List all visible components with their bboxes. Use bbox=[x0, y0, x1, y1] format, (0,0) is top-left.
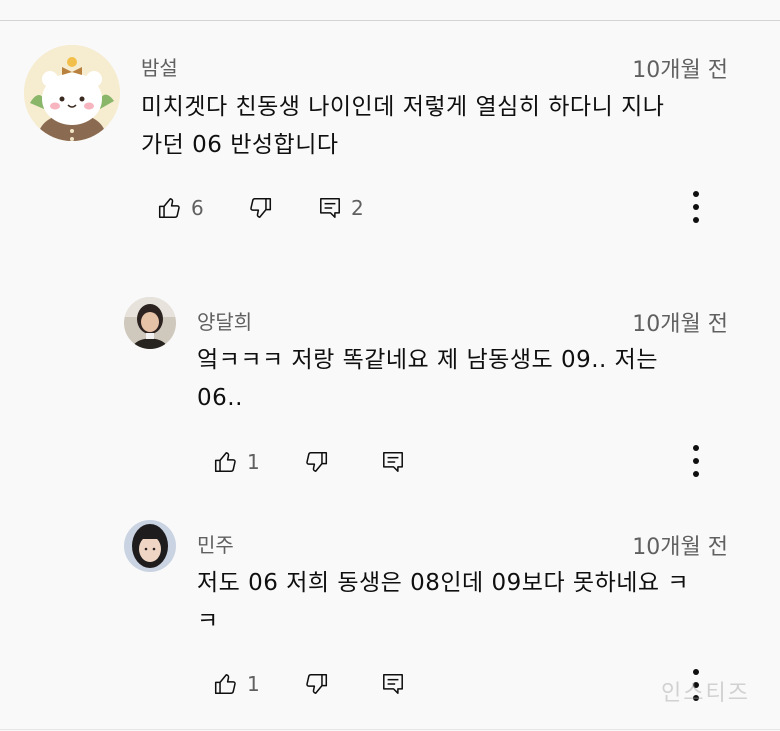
thumbs-down-icon bbox=[306, 674, 328, 694]
reply-icon bbox=[383, 452, 403, 472]
avatar[interactable] bbox=[124, 520, 176, 572]
like-count: 1 bbox=[247, 450, 260, 474]
reply-icon bbox=[320, 198, 340, 218]
reply-icon bbox=[383, 674, 403, 694]
thumbs-up-icon bbox=[214, 452, 236, 472]
comment-author[interactable]: 밤설 bbox=[141, 52, 178, 81]
avatar[interactable] bbox=[124, 297, 176, 349]
avatar-person-image bbox=[124, 520, 176, 572]
avatar[interactable] bbox=[24, 45, 120, 141]
like-button[interactable]: 1 bbox=[213, 671, 260, 697]
reply-count: 2 bbox=[351, 196, 364, 220]
like-count: 6 bbox=[191, 196, 204, 220]
like-button[interactable]: 1 bbox=[213, 449, 260, 475]
comment-text-line: ㅋ bbox=[197, 608, 219, 634]
thumbs-down-icon bbox=[250, 198, 272, 218]
comment-text: 엌ㅋㅋㅋ 저랑 똑같네요 제 남동생도 09.. 저는 06.. bbox=[197, 341, 658, 417]
more-vert-icon bbox=[693, 191, 699, 223]
comment-timestamp[interactable]: 10개월 전 bbox=[632, 52, 728, 84]
more-vert-icon bbox=[693, 445, 699, 477]
avatar-person-image bbox=[124, 297, 176, 349]
comment-timestamp[interactable]: 10개월 전 bbox=[632, 306, 728, 338]
comment-text-line: 저도 06 저희 동생은 08인데 09보다 못하네요 ㅋ bbox=[197, 570, 690, 596]
thumbs-up-icon bbox=[214, 674, 236, 694]
reply-button[interactable] bbox=[380, 671, 406, 697]
thumbs-up-icon bbox=[158, 198, 180, 218]
more-options-button[interactable] bbox=[686, 186, 706, 230]
comment-author[interactable]: 민주 bbox=[197, 529, 234, 558]
reply-button[interactable] bbox=[380, 449, 406, 475]
comment-text-line: 엌ㅋㅋㅋ 저랑 똑같네요 제 남동생도 09.. 저는 bbox=[197, 347, 658, 373]
comment-text: 저도 06 저희 동생은 08인데 09보다 못하네요 ㅋ ㅋ bbox=[197, 564, 689, 640]
like-count: 1 bbox=[247, 672, 260, 696]
comment-author[interactable]: 양달희 bbox=[197, 306, 252, 335]
thumbs-down-icon bbox=[306, 452, 328, 472]
top-divider bbox=[0, 20, 780, 21]
comment-text-line: 06.. bbox=[197, 385, 243, 411]
comment-text: 미치겟다 친동생 나이인데 저렇게 열심히 하다니 지나 가던 06 반성합니다 bbox=[141, 88, 664, 164]
watermark: 인스티즈 bbox=[661, 681, 750, 706]
avatar-bear-image bbox=[24, 45, 120, 141]
comment-text-line: 가던 06 반성합니다 bbox=[141, 132, 339, 158]
more-options-button[interactable] bbox=[686, 440, 706, 484]
bottom-divider bbox=[0, 729, 780, 730]
like-button[interactable]: 6 bbox=[157, 195, 204, 221]
comment-text-line: 미치겟다 친동생 나이인데 저렇게 열심히 하다니 지나 bbox=[141, 94, 665, 120]
dislike-button[interactable] bbox=[303, 671, 329, 697]
reply-button[interactable]: 2 bbox=[317, 195, 364, 221]
dislike-button[interactable] bbox=[303, 449, 329, 475]
comment-timestamp[interactable]: 10개월 전 bbox=[632, 529, 728, 561]
dislike-button[interactable] bbox=[247, 195, 273, 221]
